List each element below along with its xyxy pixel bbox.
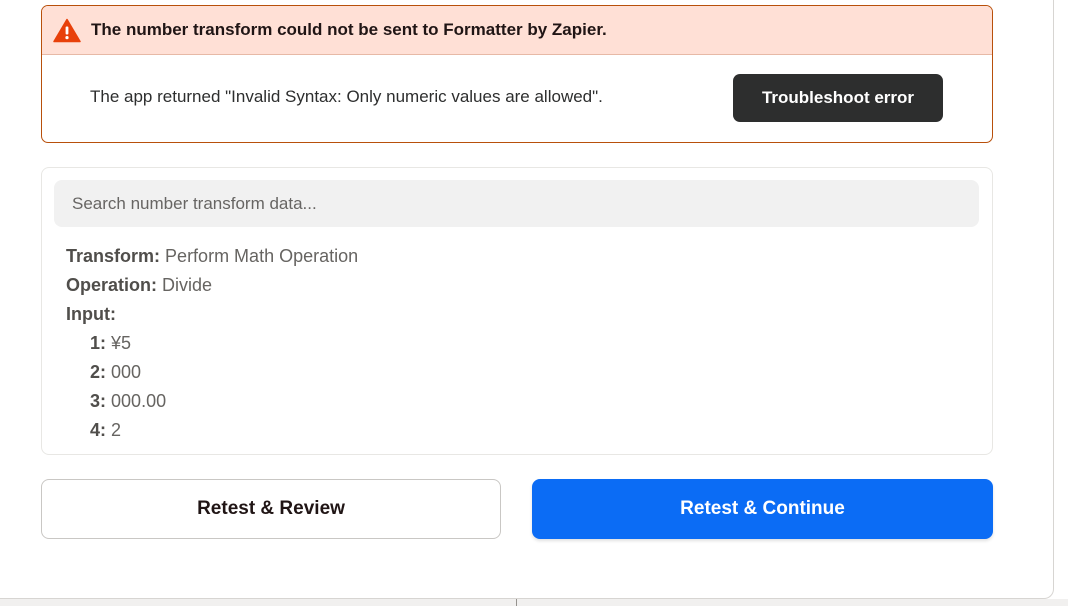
error-header: The number transform could not be sent t… bbox=[42, 6, 992, 55]
troubleshoot-error-button[interactable]: Troubleshoot error bbox=[733, 74, 943, 122]
bottom-divider bbox=[516, 599, 517, 606]
warning-triangle-icon bbox=[53, 17, 81, 43]
input-item-4: 4: 2 bbox=[66, 416, 358, 445]
field-key: Transform: bbox=[66, 246, 161, 266]
error-alert: The number transform could not be sent t… bbox=[41, 5, 993, 143]
field-value: Divide bbox=[162, 275, 213, 295]
input-key: 3: bbox=[90, 391, 107, 411]
input-value: 000 bbox=[111, 362, 142, 382]
input-item-3: 3: 000.00 bbox=[66, 387, 358, 416]
input-key: 1: bbox=[90, 333, 107, 353]
field-value: Perform Math Operation bbox=[165, 246, 359, 266]
input-key: 4: bbox=[90, 420, 107, 440]
input-item-2: 2: 000 bbox=[66, 358, 358, 387]
input-value: 000.00 bbox=[111, 391, 167, 411]
field-key: Operation: bbox=[66, 275, 158, 295]
transform-fields: Transform: Perform Math Operation Operat… bbox=[66, 242, 358, 445]
input-value: ¥5 bbox=[111, 333, 132, 353]
retest-continue-button[interactable]: Retest & Continue bbox=[532, 479, 993, 539]
field-input: Input: bbox=[66, 300, 358, 329]
error-title: The number transform could not be sent t… bbox=[91, 20, 607, 39]
main-panel: The number transform could not be sent t… bbox=[0, 0, 1054, 599]
field-operation: Operation: Divide bbox=[66, 271, 358, 300]
input-key: 2: bbox=[90, 362, 107, 382]
field-key: Input: bbox=[66, 304, 116, 324]
error-body: The app returned "Invalid Syntax: Only n… bbox=[42, 55, 992, 142]
search-input[interactable] bbox=[54, 180, 979, 227]
retest-review-button[interactable]: Retest & Review bbox=[41, 479, 501, 539]
error-message: The app returned "Invalid Syntax: Only n… bbox=[90, 87, 603, 106]
input-item-1: 1: ¥5 bbox=[66, 329, 358, 358]
field-transform: Transform: Perform Math Operation bbox=[66, 242, 358, 271]
bottom-background-strip bbox=[0, 599, 1068, 606]
transform-data-panel: Transform: Perform Math Operation Operat… bbox=[41, 167, 993, 455]
input-value: 2 bbox=[111, 420, 122, 440]
